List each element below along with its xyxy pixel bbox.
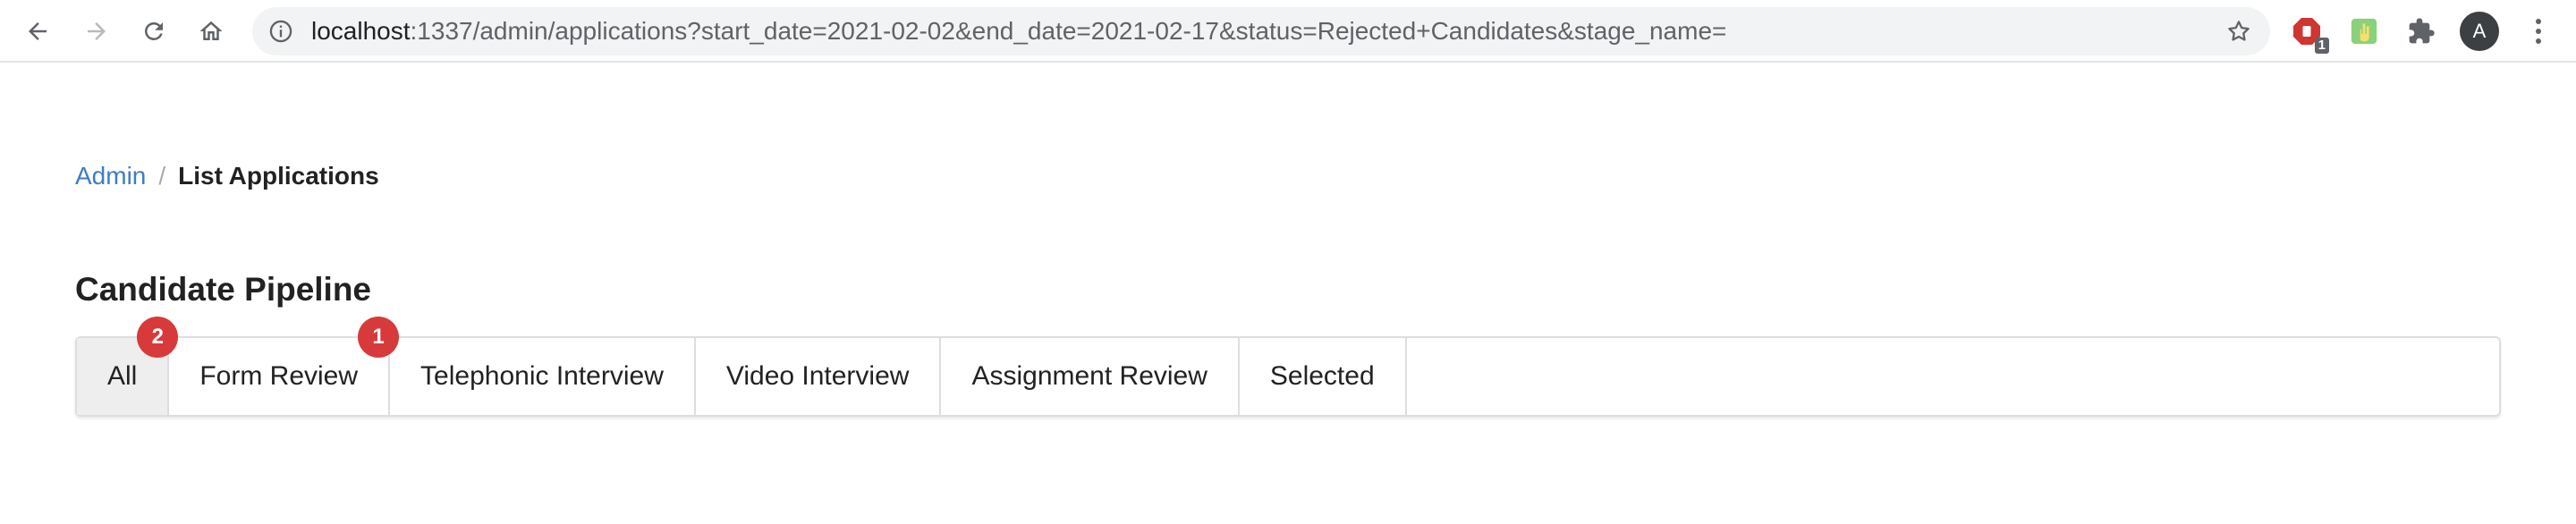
- url-path: :1337/admin/applications?start_date=2021…: [410, 17, 1727, 45]
- tab-label: Assignment Review: [971, 361, 1208, 391]
- tab-label: Form Review: [199, 361, 359, 391]
- star-icon[interactable]: [2225, 18, 2252, 45]
- info-icon[interactable]: [268, 19, 293, 44]
- breadcrumb-separator: /: [158, 162, 166, 190]
- tab-assignment-review[interactable]: Assignment Review: [941, 338, 1240, 415]
- breadcrumb-current: List Applications: [178, 162, 379, 190]
- home-button[interactable]: [190, 10, 233, 53]
- forward-icon: [88, 22, 106, 40]
- back-button[interactable]: [16, 10, 59, 53]
- url-host: localhost: [311, 17, 411, 45]
- reload-button[interactable]: [132, 10, 175, 53]
- extension-badge: 1: [2314, 38, 2329, 54]
- tab-form-review[interactable]: Form Review 1: [169, 317, 400, 415]
- tab-label: All: [107, 361, 138, 391]
- pipeline-tabs: All 2 Form Review 1 Telephonic Interview…: [75, 317, 2501, 417]
- puzzle-icon: [2409, 18, 2435, 44]
- url-text[interactable]: localhost:1337/admin/applications?start_…: [311, 7, 1726, 55]
- tab-selected[interactable]: Selected: [1240, 338, 1407, 415]
- extensions-button[interactable]: [2402, 13, 2440, 50]
- forward-button[interactable]: [75, 10, 118, 53]
- home-icon: [199, 21, 223, 40]
- tab-label: Selected: [1269, 361, 1375, 391]
- tab-all[interactable]: All 2: [77, 317, 179, 415]
- browser-toolbar: localhost:1337/admin/applications?start_…: [0, 0, 2576, 63]
- breadcrumb-admin-link[interactable]: Admin: [75, 162, 146, 190]
- profile-avatar[interactable]: A: [2460, 12, 2499, 51]
- tab-video-interview[interactable]: Video Interview: [696, 338, 942, 415]
- tab-label: Video Interview: [725, 361, 910, 391]
- menu-icon[interactable]: [2521, 13, 2556, 50]
- page-title: Candidate Pipeline: [75, 271, 372, 308]
- breadcrumb: Admin / List Applications: [75, 161, 379, 191]
- extension-hand[interactable]: [2345, 13, 2383, 50]
- tab-telephonic-interview[interactable]: Telephonic Interview: [390, 338, 696, 415]
- back-icon: [29, 22, 47, 40]
- extension-adblock[interactable]: 1: [2288, 13, 2329, 54]
- reload-icon: [145, 22, 163, 40]
- hand-icon: [2351, 18, 2377, 45]
- address-bar[interactable]: localhost:1337/admin/applications?start_…: [252, 7, 2270, 55]
- tab-label: Telephonic Interview: [420, 361, 664, 391]
